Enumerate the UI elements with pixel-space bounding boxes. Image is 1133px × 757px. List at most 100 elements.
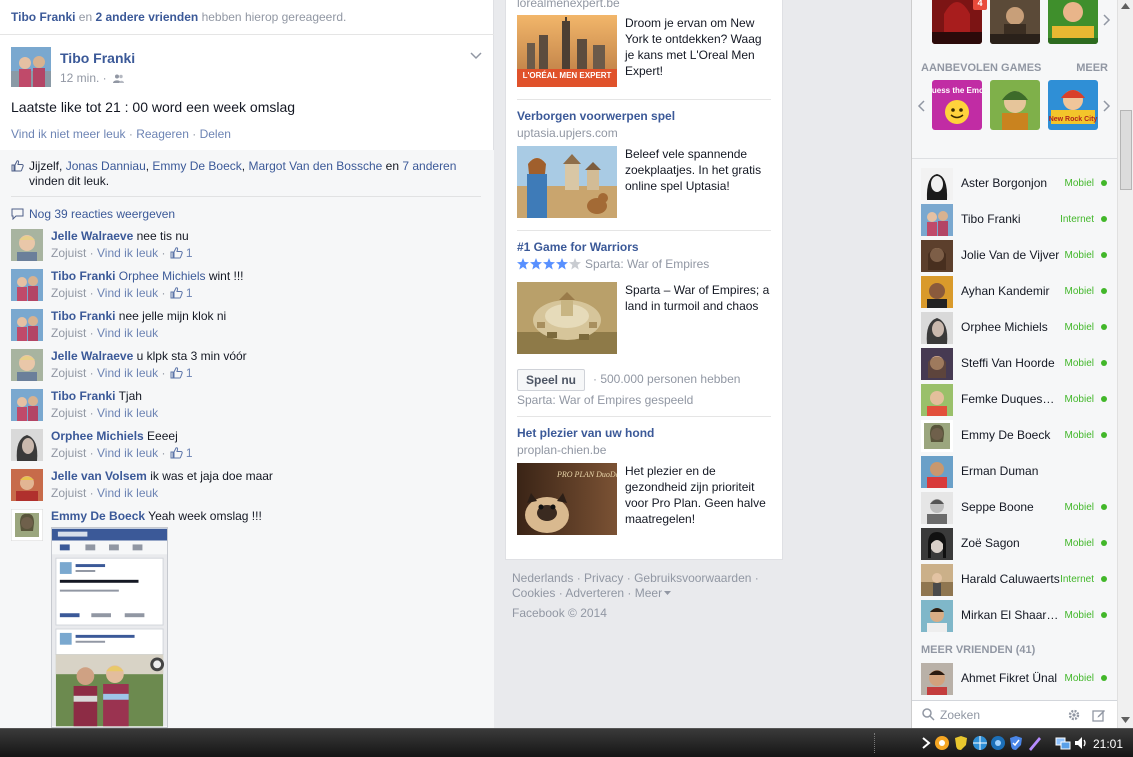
network-globe-icon[interactable] — [990, 735, 1006, 751]
game-tile-new-rock-city[interactable]: New Rock City — [1048, 80, 1098, 130]
footer-link-terms[interactable]: Gebruiksvoorwaarden — [634, 571, 751, 585]
chat-friend[interactable]: Ayhan Kandemir Mobiel — [912, 274, 1118, 310]
comment-author-link[interactable]: Emmy De Boeck — [51, 509, 145, 523]
chat-friend[interactable]: Steffi Van Hoorde Mobiel — [912, 346, 1118, 382]
comment-like-link[interactable]: Vind ik leuk — [97, 486, 158, 500]
chat-search-input[interactable] — [940, 706, 1050, 724]
taskbar-clock[interactable]: 21:01 — [1093, 737, 1123, 751]
chevron-down-icon[interactable] — [469, 49, 483, 61]
ad-description[interactable]: Sparta – War of Empires; a land in turmo… — [625, 282, 771, 314]
gear-icon[interactable] — [1067, 708, 1081, 722]
author-name[interactable]: Tibo Franki — [60, 50, 135, 66]
comment-like-link[interactable]: Vind ik leuk — [97, 326, 158, 340]
speaker-icon[interactable] — [1073, 735, 1089, 751]
commenter-avatar[interactable] — [11, 429, 43, 461]
tray-app-icon[interactable] — [934, 735, 950, 751]
ad-description[interactable]: Beleef vele spannende zoekplaatjes. In h… — [625, 146, 771, 194]
post-time[interactable]: 12 min. · — [60, 71, 107, 85]
likes-others-link[interactable]: 7 anderen — [402, 159, 456, 173]
comment-time[interactable]: Zojuist — [51, 406, 86, 420]
comment-like-link[interactable]: Vind ik leuk — [97, 406, 158, 420]
ad-sparta[interactable]: #1 Game for Warriors Sparta: War of Empi… — [517, 240, 771, 354]
chat-friend[interactable]: Emmy De Boeck Mobiel — [912, 418, 1118, 454]
liker-link[interactable]: Margot Van den Bossche — [248, 159, 382, 173]
commenter-avatar[interactable] — [11, 469, 43, 501]
comment-like-count[interactable]: 1 — [186, 246, 193, 260]
notice-others-link[interactable]: 2 andere vrienden — [96, 10, 199, 24]
ad-title[interactable]: Het plezier van uw hond — [517, 426, 771, 440]
unlike-link[interactable]: Vind ik niet meer leuk — [11, 127, 126, 141]
chat-friend[interactable]: Aster Borgonjon Mobiel — [912, 166, 1118, 202]
comment-like-link[interactable]: Vind ik leuk — [97, 446, 158, 460]
chat-friend[interactable]: Seppe Boone Mobiel — [912, 490, 1118, 526]
chat-friend[interactable]: Tibo Franki Internet — [912, 202, 1118, 238]
ad-sparta-image[interactable] — [517, 282, 617, 354]
view-more-comments-link[interactable]: Nog 39 reacties weergeven — [11, 207, 175, 221]
chevron-left-icon[interactable] — [917, 100, 925, 112]
scroll-down-icon[interactable] — [1121, 717, 1130, 723]
chat-friend[interactable]: Harald Caluwaerts Internet — [912, 562, 1118, 598]
footer-link-privacy[interactable]: Privacy — [584, 571, 623, 585]
caret-down-icon[interactable] — [664, 591, 672, 596]
pen-icon[interactable] — [1027, 735, 1043, 751]
ad-description[interactable]: Droom je ervan om New York te ontdekken?… — [625, 15, 771, 79]
chevron-right-icon[interactable] — [918, 735, 934, 751]
comment-like-link[interactable]: Vind ik leuk — [97, 246, 158, 260]
comment-time[interactable]: Zojuist — [51, 286, 86, 300]
game-tile-guess-the-emoji[interactable]: Guess the Emoji — [932, 80, 982, 130]
chat-friend[interactable]: Erman Duman — [912, 454, 1118, 490]
share-link[interactable]: Delen — [200, 127, 231, 141]
game-tile-castle[interactable] — [990, 80, 1040, 130]
footer-link-language[interactable]: Nederlands — [512, 571, 573, 585]
comment-time[interactable]: Zojuist — [51, 246, 86, 260]
commenter-avatar[interactable] — [11, 389, 43, 421]
comment-author-link[interactable]: Jelle Walraeve — [51, 229, 133, 243]
network-globe-icon[interactable] — [972, 735, 988, 751]
ad-uptasia[interactable]: Verborgen voorwerpen spel uptasia.upjers… — [517, 109, 771, 218]
comment-author-link[interactable]: Jelle Walraeve — [51, 349, 133, 363]
comment-author-link[interactable]: Tibo Franki — [51, 309, 115, 323]
comment-time[interactable]: Zojuist — [51, 326, 86, 340]
ad-loreal[interactable]: lorealmenexpert.be — [517, 0, 771, 10]
chevron-right-icon[interactable] — [1103, 100, 1111, 112]
friends-audience-icon[interactable] — [113, 74, 125, 83]
liker-link[interactable]: Jonas Danniau — [66, 159, 146, 173]
comment-photo[interactable] — [51, 527, 168, 728]
liker-link[interactable]: Emmy De Boeck — [152, 159, 241, 173]
comment-like-count[interactable]: 1 — [186, 286, 193, 300]
footer-link-advertising[interactable]: Adverteren — [565, 586, 624, 600]
ad-domain[interactable]: proplan-chien.be — [517, 443, 771, 457]
taskbar-grip[interactable] — [874, 733, 878, 753]
chat-friend[interactable]: Femke Duquesnoy Mobiel — [912, 382, 1118, 418]
footer-link-more[interactable]: Meer — [635, 586, 662, 600]
chevron-right-icon[interactable] — [1103, 14, 1111, 26]
page-scrollbar[interactable] — [1117, 0, 1133, 728]
commenter-avatar[interactable] — [11, 509, 43, 541]
ad-proplan-image[interactable]: PRO PLAN DuoDelice — [517, 463, 617, 535]
comment-link[interactable]: Reageren — [136, 127, 189, 141]
ad-proplan[interactable]: Het plezier van uw hond proplan-chien.be… — [517, 426, 771, 535]
commenter-avatar[interactable] — [11, 309, 43, 341]
comment-author-link[interactable]: Tibo Franki — [51, 269, 115, 283]
comment-author-link[interactable]: Orphee Michiels — [51, 429, 144, 443]
ad-title[interactable]: #1 Game for Warriors — [517, 240, 771, 254]
ad-domain[interactable]: Sparta: War of Empires — [585, 257, 709, 271]
comment-tag-link[interactable]: Orphee Michiels — [119, 269, 206, 283]
security-shield-icon[interactable] — [1008, 735, 1024, 751]
ad-title[interactable]: Verborgen voorwerpen spel — [517, 109, 771, 123]
comment-time[interactable]: Zojuist — [51, 486, 86, 500]
commenter-avatar[interactable] — [11, 349, 43, 381]
commenter-avatar[interactable] — [11, 229, 43, 261]
chat-friend[interactable]: Mirkan El Shaarawy Mobiel — [912, 598, 1118, 634]
game-tile-island[interactable] — [1048, 0, 1098, 44]
scrollbar-thumb[interactable] — [1120, 110, 1132, 190]
comment-time[interactable]: Zojuist — [51, 366, 86, 380]
comment-author-link[interactable]: Jelle van Volsem — [51, 469, 147, 483]
chat-friend[interactable]: Ahmet Fikret Ünal Mobiel — [912, 661, 1118, 697]
comment-author-link[interactable]: Tibo Franki — [51, 389, 115, 403]
recommended-games-more-link[interactable]: MEER — [1076, 62, 1108, 74]
play-now-button[interactable]: Speel nu — [517, 369, 586, 391]
comment-like-link[interactable]: Vind ik leuk — [97, 286, 158, 300]
commenter-avatar[interactable] — [11, 269, 43, 301]
comment-like-count[interactable]: 1 — [186, 446, 193, 460]
